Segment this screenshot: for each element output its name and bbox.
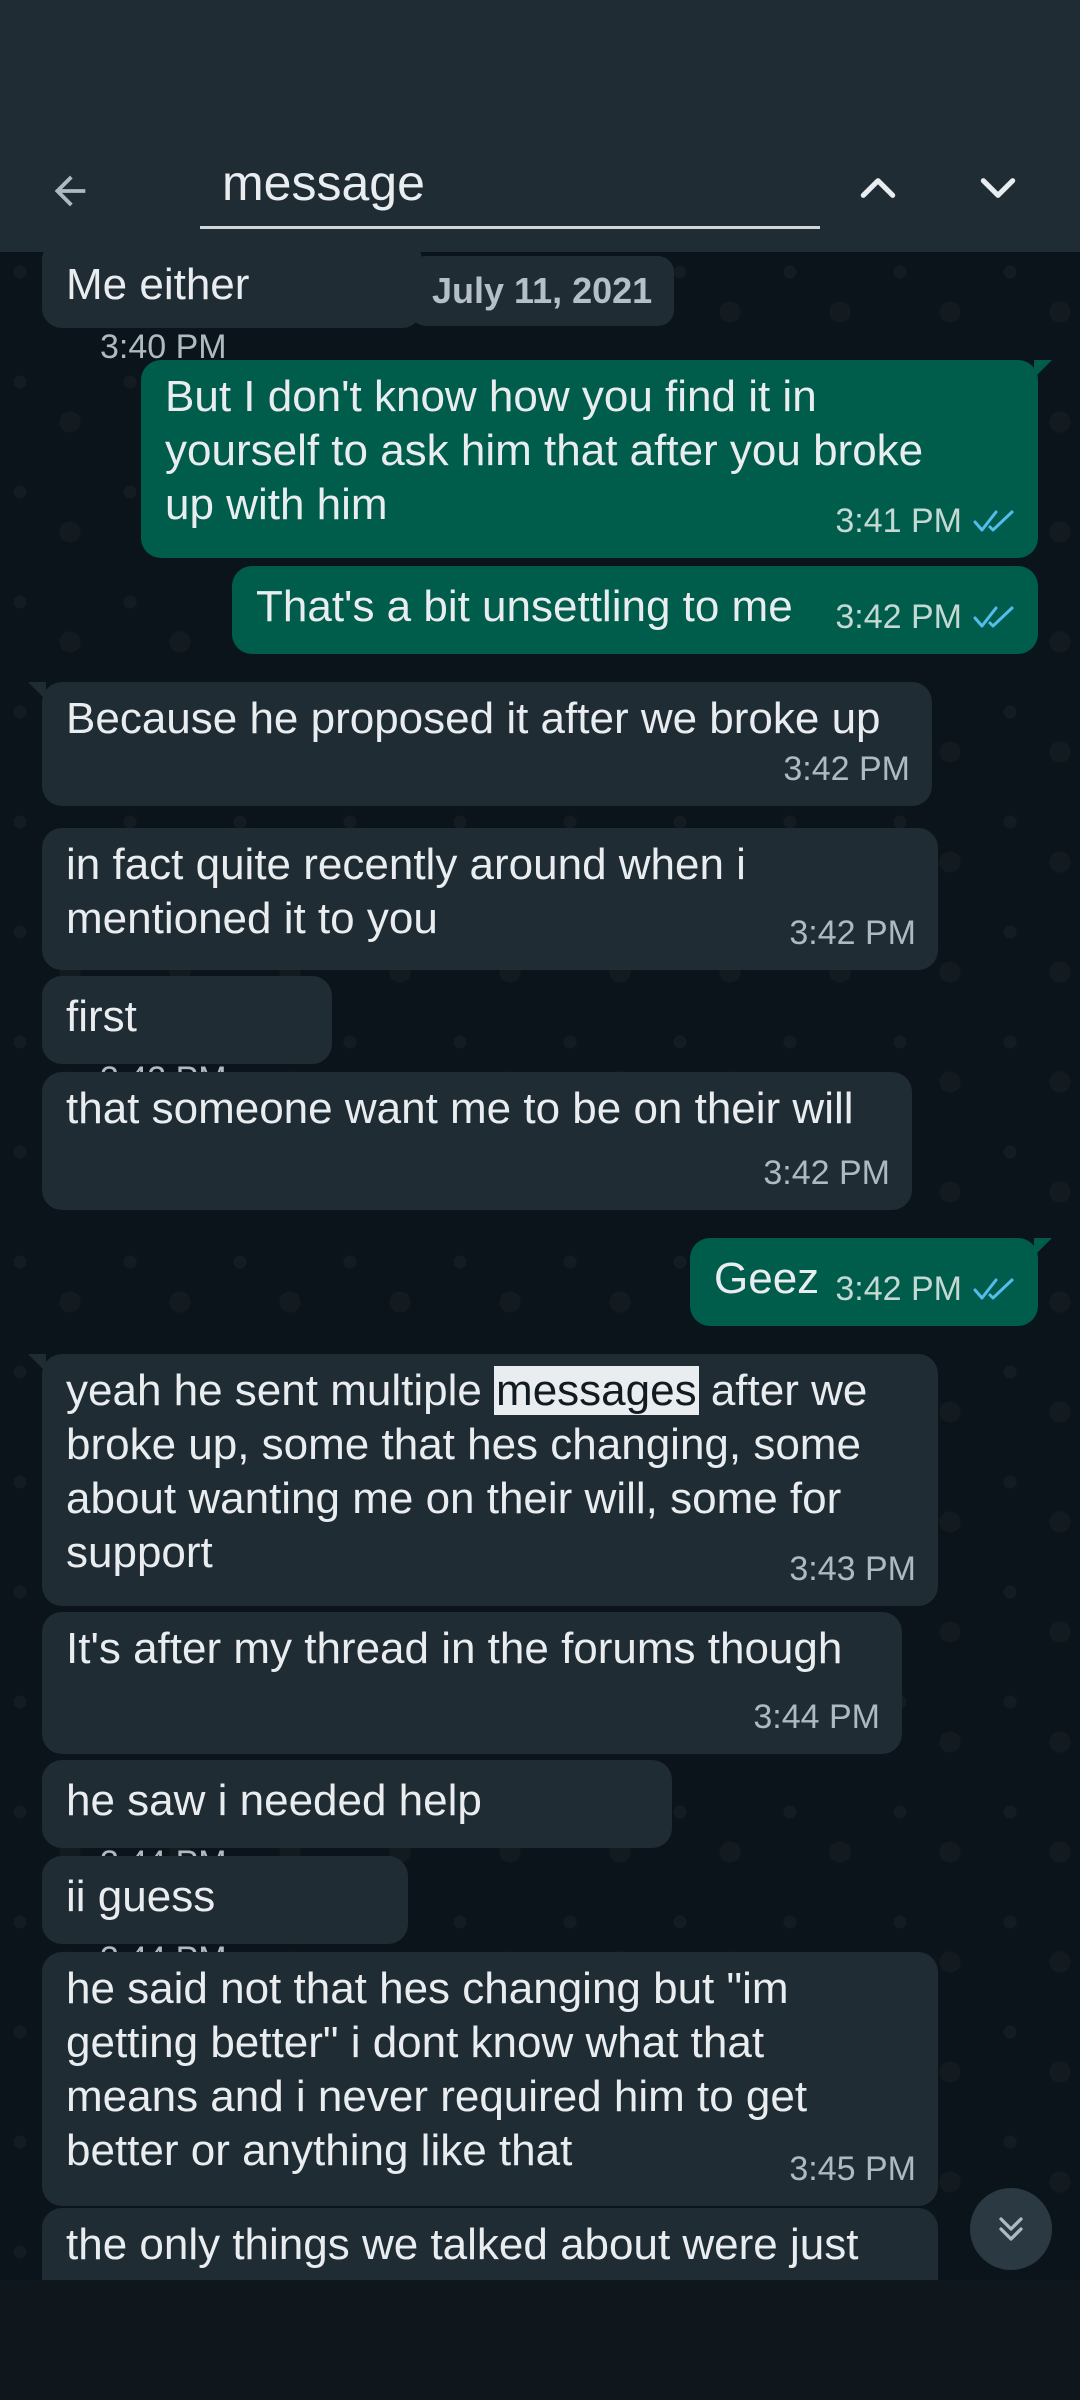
system-navigation-bar (0, 2280, 1080, 2400)
scroll-to-bottom-button[interactable] (970, 2188, 1052, 2270)
date-chip: July 11, 2021 (410, 256, 675, 326)
back-button[interactable] (28, 158, 112, 224)
message-text: Me either (66, 260, 250, 309)
search-input[interactable] (220, 142, 804, 224)
message-bubble-incoming[interactable]: in fact quite recently around when i men… (42, 828, 938, 970)
message-bubble-incoming[interactable]: he saw i needed help 3:44 PM (42, 1760, 672, 1882)
message-bubble-incoming[interactable]: ii guess 3:44 PM (42, 1856, 408, 1978)
message-time: 3:42 PM (783, 750, 910, 788)
double-check-icon (973, 606, 1014, 628)
message-bubble-incoming[interactable]: Me either 3:40 PM (42, 252, 422, 366)
message-bubble-incoming[interactable]: the only things we talked about were jus… (42, 2208, 938, 2280)
message-bubble-incoming[interactable]: first 3:42 PM (42, 976, 332, 1098)
message-time: 3:42 PM (763, 1154, 890, 1192)
search-toolbar (0, 130, 1080, 252)
double-chevron-down-icon (999, 2217, 1023, 2241)
message-bubble-outgoing[interactable]: Geez 3:42 PM (690, 1238, 1052, 1326)
arrow-left-icon (54, 175, 86, 207)
previous-result-button[interactable] (842, 152, 914, 224)
message-time: 3:41 PM (835, 502, 962, 540)
double-check-icon (973, 510, 1014, 532)
message-text: ii guess (66, 1872, 216, 1921)
next-result-button[interactable] (962, 152, 1034, 224)
message-text: he said not that hes changing but "im ge… (66, 1964, 808, 2175)
chevron-down-icon (980, 178, 1016, 198)
message-bubble-incoming[interactable]: It's after my thread in the forums thoug… (42, 1612, 902, 1754)
message-bubble-outgoing[interactable]: That's a bit unsettling to me 3:42 PM (232, 566, 1038, 654)
message-bubble-incoming[interactable]: yeah he sent multiple messages after we … (28, 1354, 938, 1606)
message-bubble-incoming[interactable]: Because he proposed it after we broke up… (28, 682, 932, 806)
search-field[interactable] (200, 142, 820, 229)
message-text-before: yeah he sent multiple (66, 1366, 495, 1415)
message-text: first (66, 992, 137, 1041)
message-time: 3:43 PM (789, 1550, 916, 1588)
status-bar (0, 0, 1080, 130)
message-bubble-incoming[interactable]: that someone want me to be on their will… (42, 1072, 912, 1210)
message-text: the only things we talked about were jus… (66, 2220, 859, 2269)
message-time: 3:44 PM (753, 1698, 880, 1736)
message-time: 3:42 PM (835, 1270, 962, 1308)
message-text: It's after my thread in the forums thoug… (66, 1624, 843, 1673)
message-time: 3:42 PM (835, 598, 962, 636)
search-match-highlight: messages (494, 1366, 699, 1415)
message-text: That's a bit unsettling to me (256, 582, 793, 631)
message-text: that someone want me to be on their will (66, 1084, 854, 1133)
message-text: Geez (714, 1254, 820, 1303)
chat-messages[interactable]: Me either 3:40 PM July 11, 2021 But I do… (0, 252, 1080, 2280)
chevron-up-icon (860, 178, 896, 198)
message-bubble-incoming[interactable]: he said not that hes changing but "im ge… (42, 1952, 938, 2206)
message-time: 3:42 PM (789, 914, 916, 952)
message-text: Because he proposed it after we broke up (66, 694, 881, 743)
message-text: in fact quite recently around when i men… (66, 840, 746, 943)
message-text: he saw i needed help (66, 1776, 482, 1825)
message-bubble-outgoing[interactable]: But I don't know how you find it in your… (141, 360, 1052, 558)
message-time: 3:45 PM (789, 2150, 916, 2188)
double-check-icon (973, 1278, 1014, 1300)
